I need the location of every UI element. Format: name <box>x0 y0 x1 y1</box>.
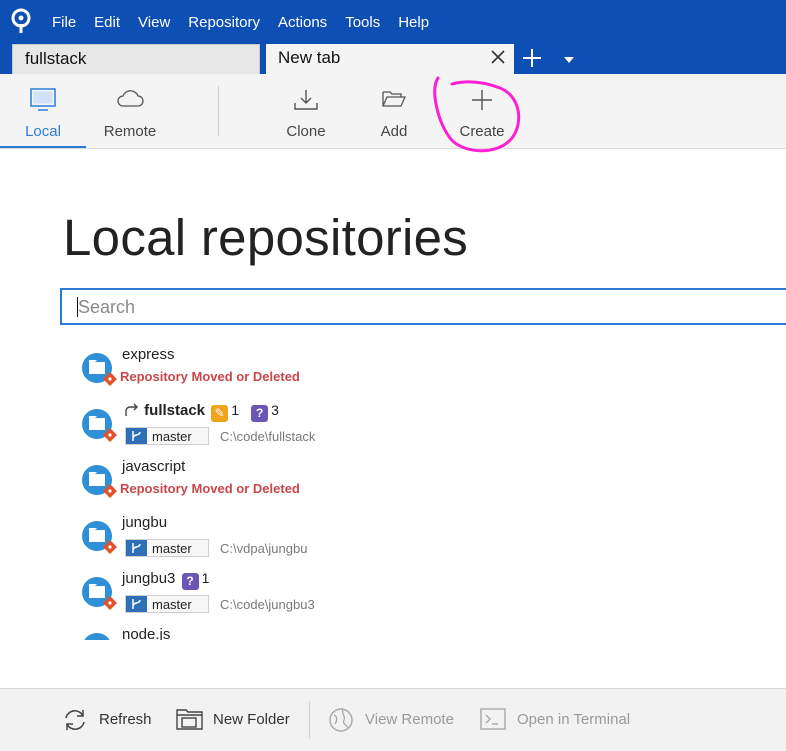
repo-name: fullstack <box>144 402 206 419</box>
repo-folder-icon <box>82 465 117 498</box>
menu-view[interactable]: View <box>138 14 170 31</box>
redirect-arrow-icon <box>125 403 138 416</box>
download-icon <box>294 90 318 110</box>
create-button[interactable]: Create <box>448 74 516 148</box>
terminal-icon <box>480 708 506 730</box>
repo-path: C:\code\jungbu3 <box>220 597 315 612</box>
tab-strip: fullstack New tab <box>0 40 786 74</box>
repo-name-row: jungbu3 ? 1 <box>122 570 215 590</box>
page-title: Local repositories <box>63 209 469 266</box>
list-item[interactable]: node.js <box>0 620 786 640</box>
clone-button[interactable]: Clone <box>272 74 340 148</box>
menu-edit[interactable]: Edit <box>94 14 120 31</box>
search-box[interactable] <box>60 288 786 325</box>
repository-list: express Repository Moved or Deleted full… <box>0 340 786 640</box>
add-button[interactable]: Add <box>362 74 426 148</box>
untracked-count: 1 <box>201 570 210 586</box>
branch-name: master <box>152 541 192 556</box>
repo-path: C:\vdpa\jungbu <box>220 541 308 556</box>
branch-badge: master <box>125 539 209 557</box>
bottom-toolbar: Refresh New Folder View Remote Open in T… <box>0 688 786 751</box>
add-label: Add <box>380 123 408 140</box>
create-label: Create <box>459 123 505 140</box>
local-label: Local <box>25 123 61 140</box>
branch-icon <box>126 596 147 612</box>
new-folder-label: New Folder <box>213 711 290 728</box>
repo-name-row: fullstack ✎ 1 ? 3 <box>124 402 285 422</box>
tab-fullstack[interactable]: fullstack <box>12 44 260 74</box>
tab-label: New tab <box>278 48 341 67</box>
repo-status: Repository Moved or Deleted <box>120 369 300 384</box>
app-logo-icon <box>11 8 31 33</box>
new-folder-button[interactable]: New Folder <box>176 689 306 751</box>
repo-folder-icon <box>82 409 117 442</box>
toolbar-divider <box>218 86 219 136</box>
remote-label: Remote <box>103 123 157 140</box>
repo-folder-icon <box>82 577 117 610</box>
menu-file[interactable]: File <box>52 14 76 31</box>
list-item[interactable]: jungbu master C:\vdpa\jungbu <box>0 508 786 564</box>
question-icon: ? <box>251 405 269 422</box>
repo-folder-icon <box>82 521 117 554</box>
view-remote-button[interactable]: View Remote <box>328 689 468 751</box>
refresh-label: Refresh <box>99 711 152 728</box>
repo-name: node.js <box>122 626 171 640</box>
question-icon: ? <box>181 573 199 590</box>
chevron-down-icon[interactable] <box>564 57 574 63</box>
repo-name: jungbu <box>122 514 168 531</box>
untracked-count: 3 <box>271 402 279 418</box>
new-folder-icon <box>176 709 203 730</box>
search-input[interactable] <box>78 295 778 319</box>
globe-icon <box>329 708 353 732</box>
tab-label: fullstack <box>25 49 87 68</box>
main-menu: File Edit View Repository Actions Tools … <box>52 14 447 31</box>
menu-repository[interactable]: Repository <box>188 14 260 31</box>
refresh-button[interactable]: Refresh <box>62 689 162 751</box>
list-item[interactable]: javascript Repository Moved or Deleted <box>0 452 786 508</box>
bottom-divider <box>309 701 310 739</box>
branch-icon <box>126 428 147 444</box>
local-button[interactable]: Local <box>0 74 86 148</box>
repo-name: javascript <box>122 458 186 475</box>
repo-status: Repository Moved or Deleted <box>120 481 300 496</box>
repo-folder-icon <box>82 353 117 386</box>
clone-label: Clone <box>286 123 326 140</box>
modified-count: 1 <box>231 402 239 418</box>
list-item[interactable]: fullstack ✎ 1 ? 3 master C:\code\fullstack <box>0 396 786 452</box>
list-item[interactable]: jungbu3 ? 1 master C:\code\jungbu3 <box>0 564 786 620</box>
branch-name: master <box>152 597 192 612</box>
plus-icon <box>472 90 492 110</box>
menu-bar: File Edit View Repository Actions Tools … <box>0 0 786 40</box>
refresh-icon <box>65 710 85 730</box>
repo-folder-icon <box>84 633 110 640</box>
cloud-icon <box>117 90 144 107</box>
repo-path: C:\code\fullstack <box>220 429 316 444</box>
menu-actions[interactable]: Actions <box>278 14 327 31</box>
close-icon[interactable] <box>490 49 506 65</box>
monitor-icon <box>30 88 56 111</box>
open-terminal-button[interactable]: Open in Terminal <box>480 689 650 751</box>
branch-badge: master <box>125 427 209 445</box>
repo-name: jungbu3 <box>122 570 176 587</box>
open-folder-icon <box>382 91 407 107</box>
branch-icon <box>126 540 147 556</box>
menu-tools[interactable]: Tools <box>345 14 380 31</box>
menu-help[interactable]: Help <box>398 14 429 31</box>
toolbar: Local Remote Clone Add Create <box>0 74 786 149</box>
repo-name: express <box>122 346 175 363</box>
tab-new-tab[interactable]: New tab <box>266 44 514 74</box>
branch-badge: master <box>125 595 209 613</box>
open-terminal-label: Open in Terminal <box>517 711 631 728</box>
view-remote-label: View Remote <box>365 711 454 728</box>
branch-name: master <box>152 429 192 444</box>
remote-button[interactable]: Remote <box>90 74 170 148</box>
plus-icon[interactable] <box>522 48 542 68</box>
pencil-icon: ✎ <box>211 405 229 422</box>
list-item[interactable]: express Repository Moved or Deleted <box>0 340 786 396</box>
